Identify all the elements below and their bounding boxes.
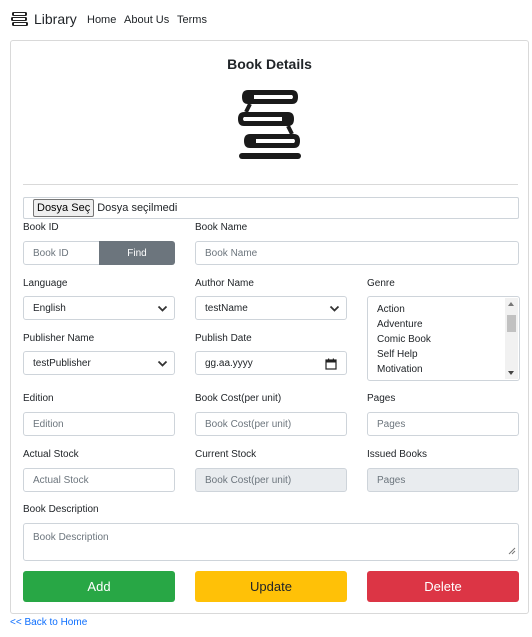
book-cost-input[interactable]: Book Cost(per unit) (195, 412, 347, 436)
edition-input[interactable]: Edition (23, 412, 175, 436)
delete-button[interactable]: Delete (367, 571, 519, 602)
author-name-label: Author Name (195, 278, 254, 289)
pages-input[interactable]: Pages (367, 412, 519, 436)
update-button[interactable]: Update (195, 571, 347, 602)
publish-date-label: Publish Date (195, 333, 252, 344)
language-label: Language (23, 278, 68, 289)
scroll-up-arrow-icon[interactable] (508, 302, 514, 306)
author-name-value: testName (205, 302, 248, 314)
publish-date-placeholder: gg.aa.yyyy (205, 357, 253, 369)
resize-handle-icon[interactable] (508, 547, 516, 558)
books-icon (10, 11, 30, 27)
nav-link-terms[interactable]: Terms (177, 14, 207, 26)
genre-option[interactable]: Comic Book (377, 332, 431, 347)
back-to-home-link[interactable]: << Back to Home (10, 617, 87, 628)
divider (23, 184, 518, 185)
book-id-input[interactable]: Book ID (23, 241, 101, 265)
current-stock-placeholder: Book Cost(per unit) (205, 474, 292, 486)
book-description-placeholder: Book Description (33, 532, 109, 543)
book-name-label: Book Name (195, 222, 248, 233)
nav-link-home[interactable]: Home (87, 14, 116, 26)
books-stack-icon (238, 86, 302, 167)
book-name-input[interactable]: Book Name (195, 241, 519, 265)
current-stock-label: Current Stock (195, 449, 257, 460)
publisher-name-value: testPublisher (33, 357, 91, 369)
book-cost-label: Book Cost(per unit) (195, 393, 282, 404)
book-description-label: Book Description (23, 504, 99, 515)
publisher-name-select[interactable]: testPublisher (23, 351, 175, 375)
actual-stock-input[interactable]: Actual Stock (23, 468, 175, 492)
chevron-down-icon (157, 358, 168, 372)
genre-option[interactable]: Self Help (377, 347, 431, 362)
actual-stock-placeholder: Actual Stock (33, 474, 89, 486)
publish-date-input[interactable]: gg.aa.yyyy (195, 351, 347, 375)
scroll-thumb[interactable] (507, 315, 516, 332)
book-details-card: Book Details Dosya Seç Dosya seçilmedi B… (10, 40, 529, 614)
cover-file-input[interactable]: Dosya Seç Dosya seçilmedi (23, 197, 519, 219)
add-button[interactable]: Add (23, 571, 175, 602)
navbar-brand[interactable]: Library (10, 11, 77, 27)
calendar-icon[interactable] (325, 358, 337, 373)
file-status-text: Dosya seçilmedi (97, 202, 178, 214)
genre-option[interactable]: Motivation (377, 362, 431, 377)
genre-listbox[interactable]: Action Adventure Comic Book Self Help Mo… (367, 296, 520, 381)
issued-books-placeholder: Pages (377, 474, 406, 486)
author-name-select[interactable]: testName (195, 296, 347, 320)
genre-option[interactable]: Action (377, 302, 431, 317)
edition-label: Edition (23, 393, 54, 404)
pages-label: Pages (367, 393, 396, 404)
book-name-placeholder: Book Name (205, 247, 258, 259)
book-cost-placeholder: Book Cost(per unit) (205, 418, 292, 430)
book-id-label: Book ID (23, 222, 59, 233)
nav-link-about-us[interactable]: About Us (124, 14, 169, 26)
page-title: Book Details (227, 56, 312, 72)
book-description-textarea[interactable]: Book Description (23, 523, 519, 561)
actual-stock-label: Actual Stock (23, 449, 79, 460)
current-stock-input: Book Cost(per unit) (195, 468, 347, 492)
genre-scrollbar[interactable] (505, 298, 518, 379)
chevron-down-icon (329, 303, 340, 317)
brand-label: Library (34, 11, 77, 27)
find-button[interactable]: Find (99, 241, 175, 265)
language-value: English (33, 302, 66, 314)
pages-placeholder: Pages (377, 418, 406, 430)
book-id-placeholder: Book ID (33, 247, 69, 259)
issued-books-input: Pages (367, 468, 519, 492)
edition-placeholder: Edition (33, 418, 64, 430)
genre-option[interactable]: Adventure (377, 317, 431, 332)
choose-file-button[interactable]: Dosya Seç (33, 199, 95, 217)
publisher-name-label: Publisher Name (23, 333, 95, 344)
navbar: Library Home About Us Terms (0, 0, 532, 40)
chevron-down-icon (157, 303, 168, 317)
scroll-down-arrow-icon[interactable] (508, 371, 514, 375)
genre-label: Genre (367, 278, 395, 289)
issued-books-label: Issued Books (367, 449, 428, 460)
language-select[interactable]: English (23, 296, 175, 320)
